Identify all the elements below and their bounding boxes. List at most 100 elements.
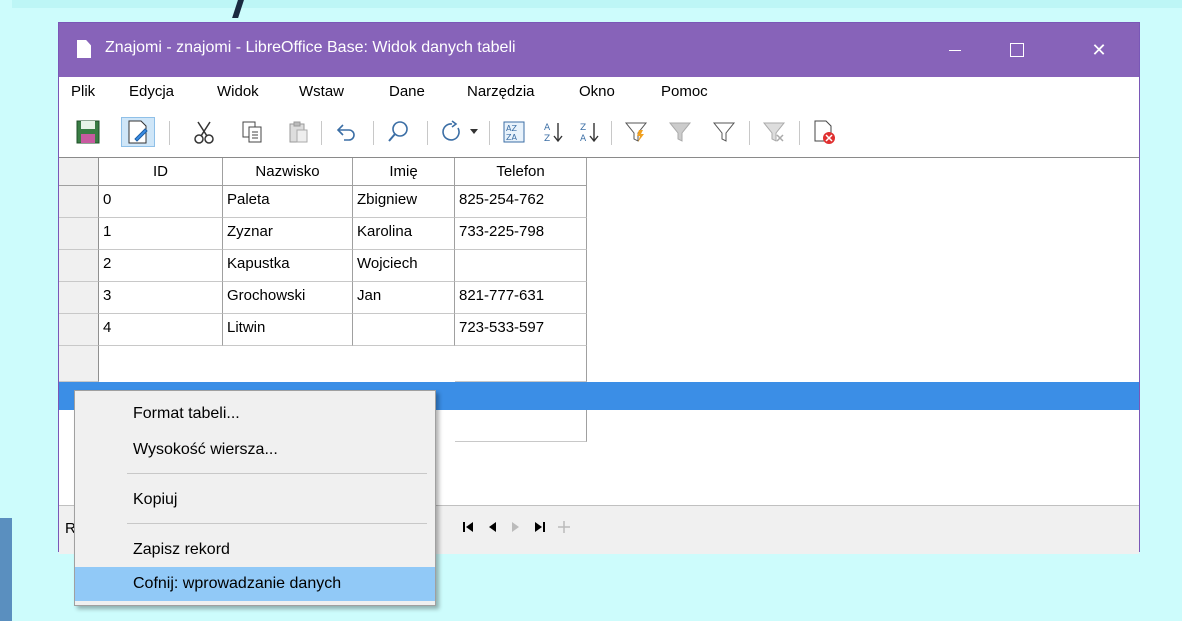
document-icon [77, 40, 91, 58]
row-header[interactable] [59, 314, 99, 346]
toolbar: AZ ZA AZ ZA [59, 107, 1139, 157]
next-record-icon[interactable] [505, 516, 527, 538]
autofilter-icon[interactable] [619, 117, 653, 147]
dropdown-arrow-icon[interactable] [465, 117, 483, 147]
menu-item-label: Wysokość wiersza... [133, 441, 278, 458]
toolbar-separator [169, 121, 170, 145]
menu-item-zapisz-rekord[interactable]: Zapisz rekord [75, 533, 435, 567]
column-header-nazwisko[interactable]: Nazwisko [223, 158, 353, 186]
cell-id[interactable]: 3 [99, 282, 223, 314]
edit-data-icon[interactable] [121, 117, 155, 147]
row-header-corner[interactable] [59, 158, 99, 186]
cell-telefon[interactable]: 733-225-798 [455, 218, 587, 250]
row-header[interactable] [59, 282, 99, 314]
row-header[interactable] [59, 218, 99, 250]
cell-nazwisko[interactable]: Zyznar [223, 218, 353, 250]
paste-icon[interactable] [281, 117, 315, 147]
menu-wstaw[interactable]: Wstaw [299, 83, 344, 100]
svg-text:A: A [580, 134, 587, 144]
copy-icon[interactable] [235, 117, 269, 147]
undo-icon[interactable] [329, 117, 363, 147]
menu-item-label: Format tabeli... [133, 405, 240, 422]
apply-filter-icon[interactable] [663, 117, 697, 147]
cell-telefon[interactable]: 825-254-762 [455, 186, 587, 218]
svg-text:AZ: AZ [506, 124, 517, 133]
cell-nazwisko[interactable]: Litwin [223, 314, 353, 346]
first-record-icon[interactable] [457, 516, 479, 538]
menu-item-cofnij[interactable]: Cofnij: wprowadzanie danych [75, 567, 435, 601]
toolbar-separator [373, 121, 374, 145]
cut-icon[interactable] [187, 117, 221, 147]
title-bar[interactable]: Znajomi - znajomi - LibreOffice Base: Wi… [59, 23, 1139, 77]
menu-edycja[interactable]: Edycja [129, 83, 174, 100]
cell-imie[interactable]: Zbigniew [353, 186, 455, 218]
cell-id[interactable]: 0 [99, 186, 223, 218]
column-header-id[interactable]: ID [99, 158, 223, 186]
menu-item-label: Zapisz rekord [133, 541, 230, 558]
new-record-icon[interactable] [553, 516, 575, 538]
menu-widok[interactable]: Widok [217, 83, 259, 100]
row-header[interactable] [59, 250, 99, 282]
sort-icon[interactable]: AZ ZA [497, 117, 531, 147]
column-header-imie[interactable]: Imię [353, 158, 455, 186]
cell-imie[interactable]: Wojciech [353, 250, 455, 282]
menu-bar: Plik Edycja Widok Wstaw Dane Narzędzia O… [59, 77, 1139, 107]
window-title: Znajomi - znajomi - LibreOffice Base: Wi… [105, 39, 516, 56]
menu-item-label: Kopiuj [133, 491, 178, 508]
cell-imie[interactable]: Karolina [353, 218, 455, 250]
toolbar-separator [749, 121, 750, 145]
menu-plik[interactable]: Plik [71, 83, 95, 100]
menu-narzedzia[interactable]: Narzędzia [467, 83, 535, 100]
standard-filter-icon[interactable] [707, 117, 741, 147]
menu-separator [127, 523, 427, 524]
svg-text:A: A [544, 123, 551, 133]
menu-item-format-tabeli[interactable]: Format tabeli... [75, 397, 435, 431]
menu-dane[interactable]: Dane [389, 83, 425, 100]
svg-text:Z: Z [544, 134, 550, 144]
minimize-button[interactable] [925, 23, 985, 77]
menu-item-label: Cofnij: wprowadzanie danych [133, 575, 342, 592]
svg-text:ZA: ZA [506, 133, 517, 142]
minimize-icon [949, 49, 961, 51]
menu-item-wysokosc-wiersza[interactable]: Wysokość wiersza... [75, 433, 435, 467]
save-record-icon[interactable] [71, 117, 105, 147]
cell-telefon[interactable]: 821-777-631 [455, 282, 587, 314]
refresh-icon[interactable] [435, 117, 469, 147]
cell-id[interactable]: 4 [99, 314, 223, 346]
row-header[interactable] [59, 346, 99, 382]
maximize-icon [1010, 43, 1024, 57]
close-icon: ✕ [1091, 39, 1107, 60]
context-menu: Format tabeli... Wysokość wiersza... Kop… [74, 390, 436, 606]
toolbar-separator [611, 121, 612, 145]
column-header-telefon[interactable]: Telefon [455, 158, 587, 186]
toolbar-separator [427, 121, 428, 145]
cell-nazwisko[interactable]: Grochowski [223, 282, 353, 314]
maximize-button[interactable] [987, 23, 1047, 77]
cell-telefon[interactable] [455, 410, 587, 442]
desktop-left-strip-dark [0, 518, 12, 621]
menu-pomoc[interactable]: Pomoc [661, 83, 708, 100]
svg-text:Z: Z [580, 123, 586, 133]
previous-record-icon[interactable] [481, 516, 503, 538]
cell-nazwisko[interactable]: Kapustka [223, 250, 353, 282]
menu-separator [127, 473, 427, 474]
cell-telefon[interactable] [455, 250, 587, 282]
cell-id[interactable]: 1 [99, 218, 223, 250]
delete-record-icon[interactable] [807, 117, 841, 147]
cell-id[interactable]: 2 [99, 250, 223, 282]
sort-descending-icon[interactable]: ZA [573, 117, 607, 147]
last-record-icon[interactable] [529, 516, 551, 538]
desktop-top-band [0, 0, 1182, 8]
close-button[interactable]: ✕ [1069, 23, 1129, 77]
menu-item-kopiuj[interactable]: Kopiuj [75, 483, 435, 517]
cell-telefon[interactable]: 723-533-597 [455, 314, 587, 346]
reset-filter-icon[interactable] [757, 117, 791, 147]
cell-nazwisko[interactable]: Paleta [223, 186, 353, 218]
cell-imie[interactable] [353, 314, 455, 346]
menu-okno[interactable]: Okno [579, 83, 615, 100]
row-header[interactable] [59, 186, 99, 218]
cell-imie[interactable]: Jan [353, 282, 455, 314]
cell-telefon[interactable] [455, 346, 587, 382]
find-icon[interactable] [381, 117, 415, 147]
sort-ascending-icon[interactable]: AZ [537, 117, 571, 147]
